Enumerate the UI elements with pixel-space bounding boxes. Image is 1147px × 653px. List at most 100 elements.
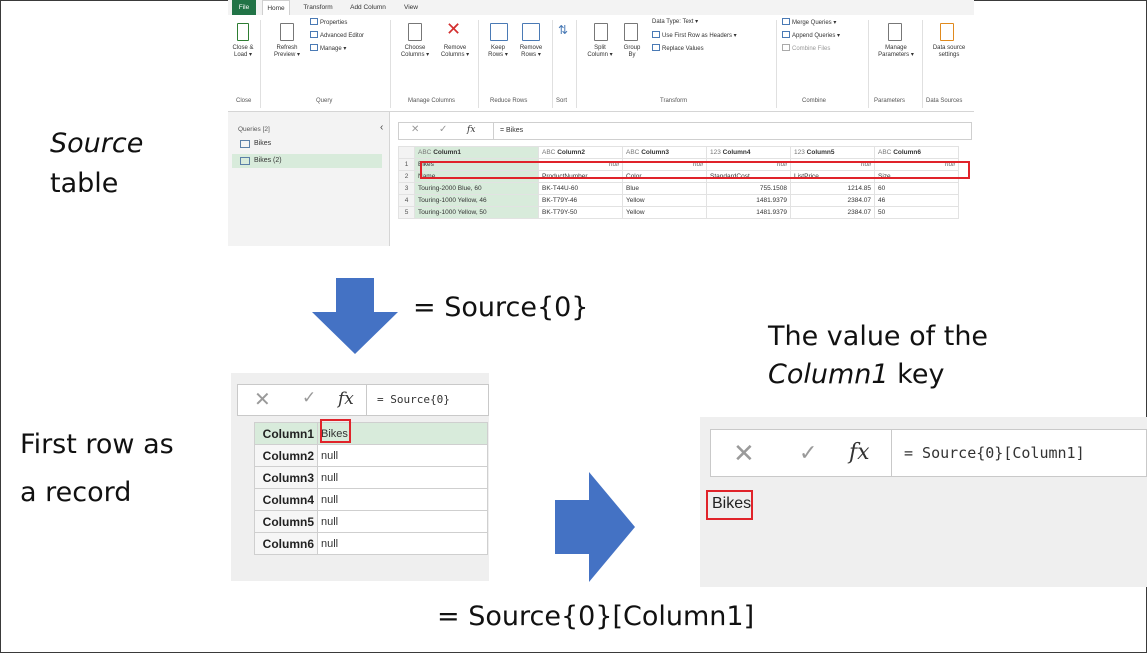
table-cell[interactable]: Blue [622, 182, 707, 195]
group-label-close: Close [236, 98, 252, 104]
table-cell[interactable]: Yellow [622, 206, 707, 219]
first-row-headers-button[interactable]: Use First Row as Headers ▾ [652, 31, 737, 40]
remove-columns-icon: ✕ [446, 19, 462, 39]
record-value[interactable]: null [317, 510, 488, 533]
merge-icon [782, 18, 790, 25]
value-formula-input[interactable]: = Source{0}[Column1] [891, 430, 1147, 476]
combine-files-button[interactable]: Combine Files [782, 44, 830, 53]
formula-input[interactable]: = Bikes [493, 123, 971, 139]
record-value[interactable]: null [317, 488, 488, 511]
tab-home[interactable]: Home [262, 0, 290, 15]
row-number[interactable]: 5 [398, 206, 415, 219]
group-label-manage-columns: Manage Columns [408, 98, 456, 104]
table-cell[interactable]: 1481.9379 [706, 206, 791, 219]
fx-icon[interactable]: fx [849, 440, 870, 465]
table-cell[interactable]: 2384.07 [790, 206, 875, 219]
query-item-bikes-2[interactable]: Bikes (2) [232, 154, 382, 168]
choose-columns-button[interactable]: Choose Columns ▾ [396, 45, 434, 59]
value-panel: ✕ ✓ fx = Source{0}[Column1] Bikes [700, 417, 1147, 587]
column-header[interactable]: 123 Column4 [706, 146, 791, 159]
data-grid: ABC Column1 ABC Column2 ABC Column3 123 … [398, 146, 959, 219]
group-separator [552, 20, 553, 108]
record-value[interactable]: null [317, 466, 488, 489]
record-key: Column5 [254, 510, 318, 533]
tab-view[interactable]: View [398, 0, 424, 15]
properties-button[interactable]: Properties [310, 18, 347, 27]
advanced-editor-button[interactable]: Advanced Editor [310, 31, 364, 40]
data-source-settings-button[interactable]: Data source settings [926, 45, 972, 59]
row-number[interactable]: 3 [398, 182, 415, 195]
table-cell[interactable]: Touring-1000 Yellow, 50 [414, 206, 539, 219]
table-cell[interactable]: 1214.85 [790, 182, 875, 195]
group-by-icon [624, 23, 638, 41]
group-by-button[interactable]: Group By [618, 45, 646, 59]
gear-icon [940, 23, 954, 41]
table-cell[interactable]: Touring-2000 Blue, 60 [414, 182, 539, 195]
column-header[interactable]: ABC Column2 [538, 146, 623, 159]
row-number[interactable]: 1 [398, 158, 415, 171]
record-value[interactable]: null [317, 532, 488, 555]
table-cell[interactable]: Yellow [622, 194, 707, 207]
tab-transform[interactable]: Transform [298, 0, 338, 15]
table-cell[interactable]: 46 [874, 194, 959, 207]
table-corner-icon[interactable] [398, 146, 415, 159]
record-table: Column1 Bikes Column2 null Column3 null Col… [254, 422, 488, 555]
group-label-query: Query [316, 98, 333, 104]
remove-rows-button[interactable]: Remove Rows ▾ [514, 45, 548, 59]
replace-values-button[interactable]: Replace Values [652, 44, 704, 53]
sort-icon: ⇅ [558, 23, 569, 37]
table-icon [652, 31, 660, 38]
record-value[interactable]: null [317, 444, 488, 467]
append-queries-button[interactable]: Append Queries ▾ [782, 31, 840, 40]
formula-bar: ✕ ✓ fx = Bikes [398, 122, 972, 140]
down-arrow-icon [312, 278, 398, 354]
parameters-icon [888, 23, 902, 41]
fx-icon[interactable]: fx [467, 125, 475, 135]
table-cell[interactable]: 755.1508 [706, 182, 791, 195]
split-column-button[interactable]: Split Column ▾ [582, 45, 618, 59]
tab-file[interactable]: File [232, 0, 256, 15]
refresh-icon [280, 23, 294, 41]
tab-add-column[interactable]: Add Column [344, 0, 392, 15]
table-cell[interactable]: 60 [874, 182, 959, 195]
record-panel: ✕ ✓ fx = Source{0} Column1 Bikes Column2 n… [231, 373, 489, 581]
table-cell[interactable]: Touring-1000 Yellow, 46 [414, 194, 539, 207]
cancel-icon[interactable]: ✕ [733, 438, 755, 469]
fx-icon[interactable]: fx [338, 389, 354, 409]
cancel-icon[interactable]: ✕ [254, 387, 271, 412]
close-load-button[interactable]: Close & Load ▾ [230, 45, 256, 59]
record-formula-bar: ✕ ✓ fx = Source{0} [237, 384, 489, 416]
table-cell[interactable]: BK-T79Y-50 [538, 206, 623, 219]
combine-files-icon [782, 44, 790, 51]
refresh-preview-button[interactable]: Refresh Preview ▾ [270, 45, 304, 59]
table-cell[interactable]: BK-T79Y-46 [538, 194, 623, 207]
column-header[interactable]: 123 Column5 [790, 146, 875, 159]
value-result-highlight [706, 490, 753, 520]
column-header[interactable]: ABC Column3 [622, 146, 707, 159]
cancel-icon[interactable]: ✕ [411, 124, 419, 135]
manage-parameters-button[interactable]: Manage Parameters ▾ [874, 45, 918, 59]
table-row: 5 Touring-1000 Yellow, 50 BK-T79Y-50 Yel… [398, 206, 959, 219]
remove-rows-icon [522, 23, 540, 41]
table-row: 4 Touring-1000 Yellow, 46 BK-T79Y-46 Yel… [398, 194, 959, 207]
check-icon[interactable]: ✓ [302, 388, 316, 408]
column-header[interactable]: ABC Column1 [414, 146, 539, 159]
query-item-bikes[interactable]: Bikes [232, 137, 382, 151]
check-icon[interactable]: ✓ [439, 124, 447, 135]
keep-rows-button[interactable]: Keep Rows ▾ [482, 45, 514, 59]
merge-queries-button[interactable]: Merge Queries ▾ [782, 18, 836, 27]
replace-icon [652, 44, 660, 51]
record-formula-input[interactable]: = Source{0} [366, 385, 489, 415]
data-type-dropdown[interactable]: Data Type: Text ▾ [652, 18, 698, 26]
column-header[interactable]: ABC Column6 [874, 146, 959, 159]
manage-button[interactable]: Manage ▾ [310, 44, 346, 53]
check-icon[interactable]: ✓ [799, 440, 817, 466]
table-cell[interactable]: BK-T44U-60 [538, 182, 623, 195]
table-cell[interactable]: 1481.9379 [706, 194, 791, 207]
remove-columns-button[interactable]: Remove Columns ▾ [436, 45, 474, 59]
table-cell[interactable]: 2384.07 [790, 194, 875, 207]
row-number[interactable]: 4 [398, 194, 415, 207]
collapse-chevron-icon[interactable]: ‹ [380, 122, 383, 133]
table-cell[interactable]: 50 [874, 206, 959, 219]
row-number[interactable]: 2 [398, 170, 415, 183]
